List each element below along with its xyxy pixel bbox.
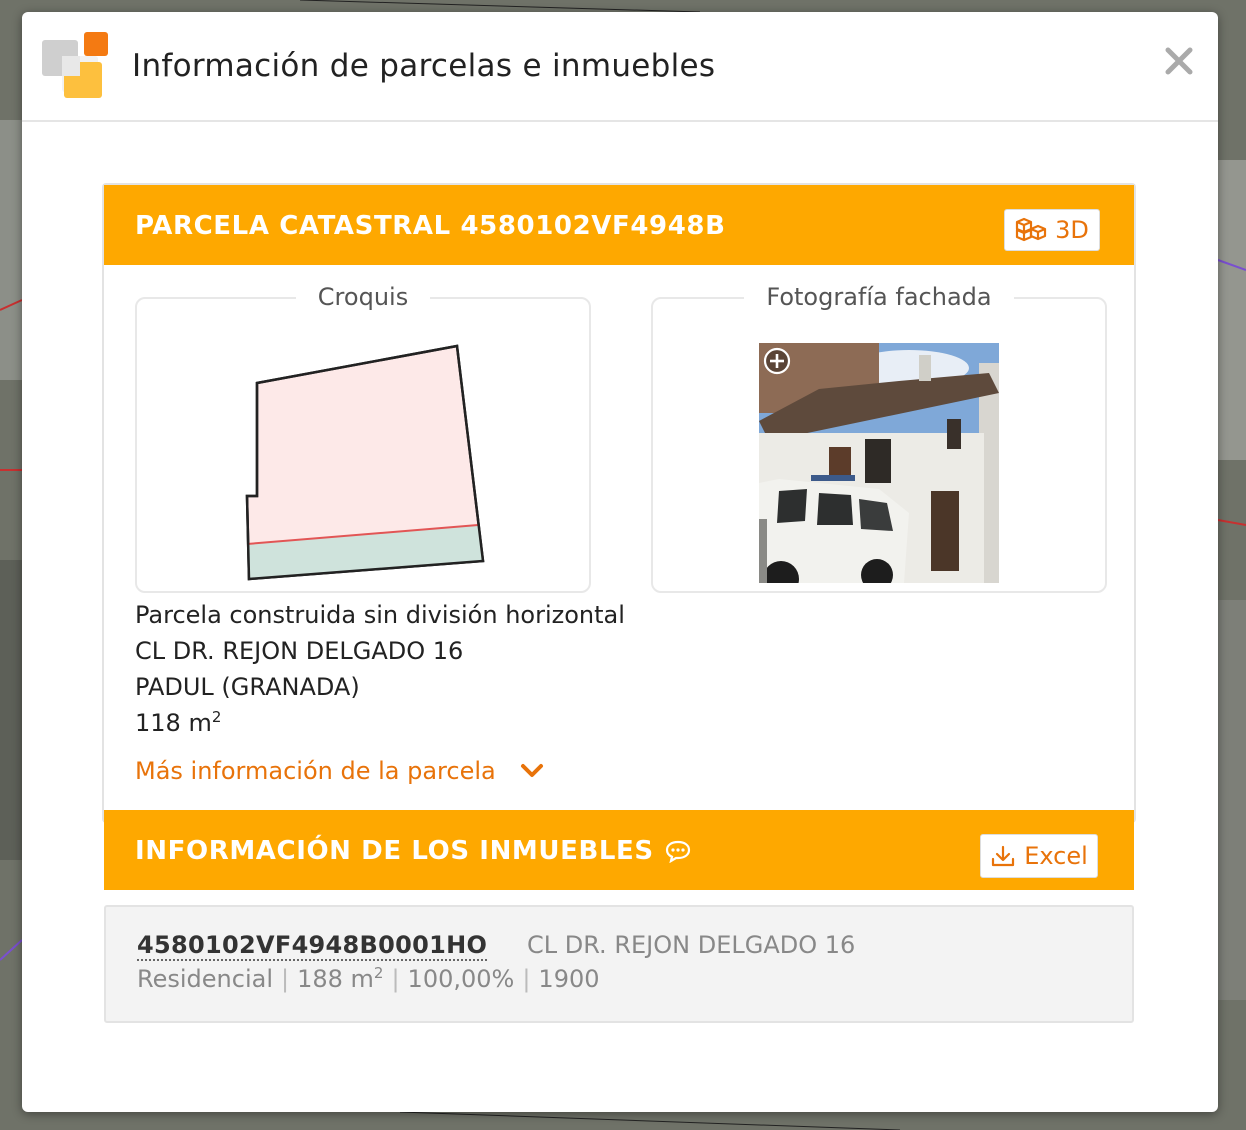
unit-area: 188 m	[297, 965, 374, 993]
unit-reference-link[interactable]: 4580102VF4948B0001HO	[137, 931, 488, 961]
catastro-logo-icon	[42, 32, 108, 98]
cubes-icon	[1016, 217, 1047, 242]
excel-label: Excel	[1024, 842, 1088, 870]
dialog-header: Información de parcelas e inmuebles	[22, 12, 1218, 122]
facade-photo-label: Fotografía fachada	[744, 283, 1014, 311]
more-parcel-info-link[interactable]: Más información de la parcela	[135, 757, 544, 785]
unit-year: 1900	[538, 965, 600, 993]
dialog-title: Información de parcelas e inmuebles	[132, 48, 716, 84]
parcel-address: CL DR. REJON DELGADO 16	[135, 637, 464, 665]
unit-use: Residencial	[137, 965, 273, 993]
view-3d-label: 3D	[1055, 216, 1089, 244]
parcel-card: PARCELA CATASTRAL 4580102VF4948B 3D Croq…	[102, 183, 1136, 823]
sketch-panel: Croquis	[135, 283, 591, 593]
parcel-municipality: PADUL (GRANADA)	[135, 673, 360, 701]
facade-photo[interactable]	[759, 343, 999, 583]
units-card-header: INFORMACIÓN DE LOS INMUEBLES Excel	[104, 810, 1134, 890]
separator: |	[391, 965, 400, 993]
chevron-down-icon	[520, 764, 543, 777]
parcel-area-value: 118 m	[135, 709, 212, 737]
separator: |	[280, 965, 290, 993]
download-icon	[992, 845, 1015, 867]
parcel-info-dialog: Información de parcelas e inmuebles PARC…	[22, 12, 1218, 1112]
close-icon[interactable]	[1162, 44, 1196, 78]
view-3d-button[interactable]: 3D	[1004, 209, 1100, 251]
units-title-text: INFORMACIÓN DE LOS INMUEBLES	[135, 836, 654, 866]
zoom-in-icon[interactable]	[763, 347, 791, 375]
separator: |	[522, 965, 531, 993]
sketch-label: Croquis	[295, 283, 431, 311]
parcel-sketch[interactable]	[237, 339, 497, 589]
units-title: INFORMACIÓN DE LOS INMUEBLES	[135, 836, 692, 866]
units-card: INFORMACIÓN DE LOS INMUEBLES Excel 45801…	[104, 810, 1134, 1038]
parcel-details: Parcela construida sin división horizont…	[135, 597, 625, 741]
more-parcel-info-label: Más información de la parcela	[135, 757, 496, 785]
excel-download-button[interactable]: Excel	[980, 834, 1098, 878]
parcel-type: Parcela construida sin división horizont…	[135, 601, 625, 629]
unit-address: CL DR. REJON DELGADO 16	[527, 931, 856, 959]
unit-participation: 100,00%	[407, 965, 515, 993]
parcel-area-exponent: 2	[211, 708, 222, 726]
unit-meta: Residencial | 188 m2 | 100,00% | 1900	[137, 965, 600, 993]
parcel-card-header: PARCELA CATASTRAL 4580102VF4948B 3D	[104, 185, 1134, 265]
comment-icon[interactable]	[664, 839, 692, 863]
unit-area-exponent: 2	[373, 964, 384, 982]
unit-list-item: 4580102VF4948B0001HO CL DR. REJON DELGAD…	[104, 905, 1134, 1023]
parcel-title: PARCELA CATASTRAL 4580102VF4948B	[135, 211, 726, 241]
facade-photo-panel: Fotografía fachada	[651, 283, 1107, 593]
parcel-area: 118 m2	[135, 705, 625, 741]
